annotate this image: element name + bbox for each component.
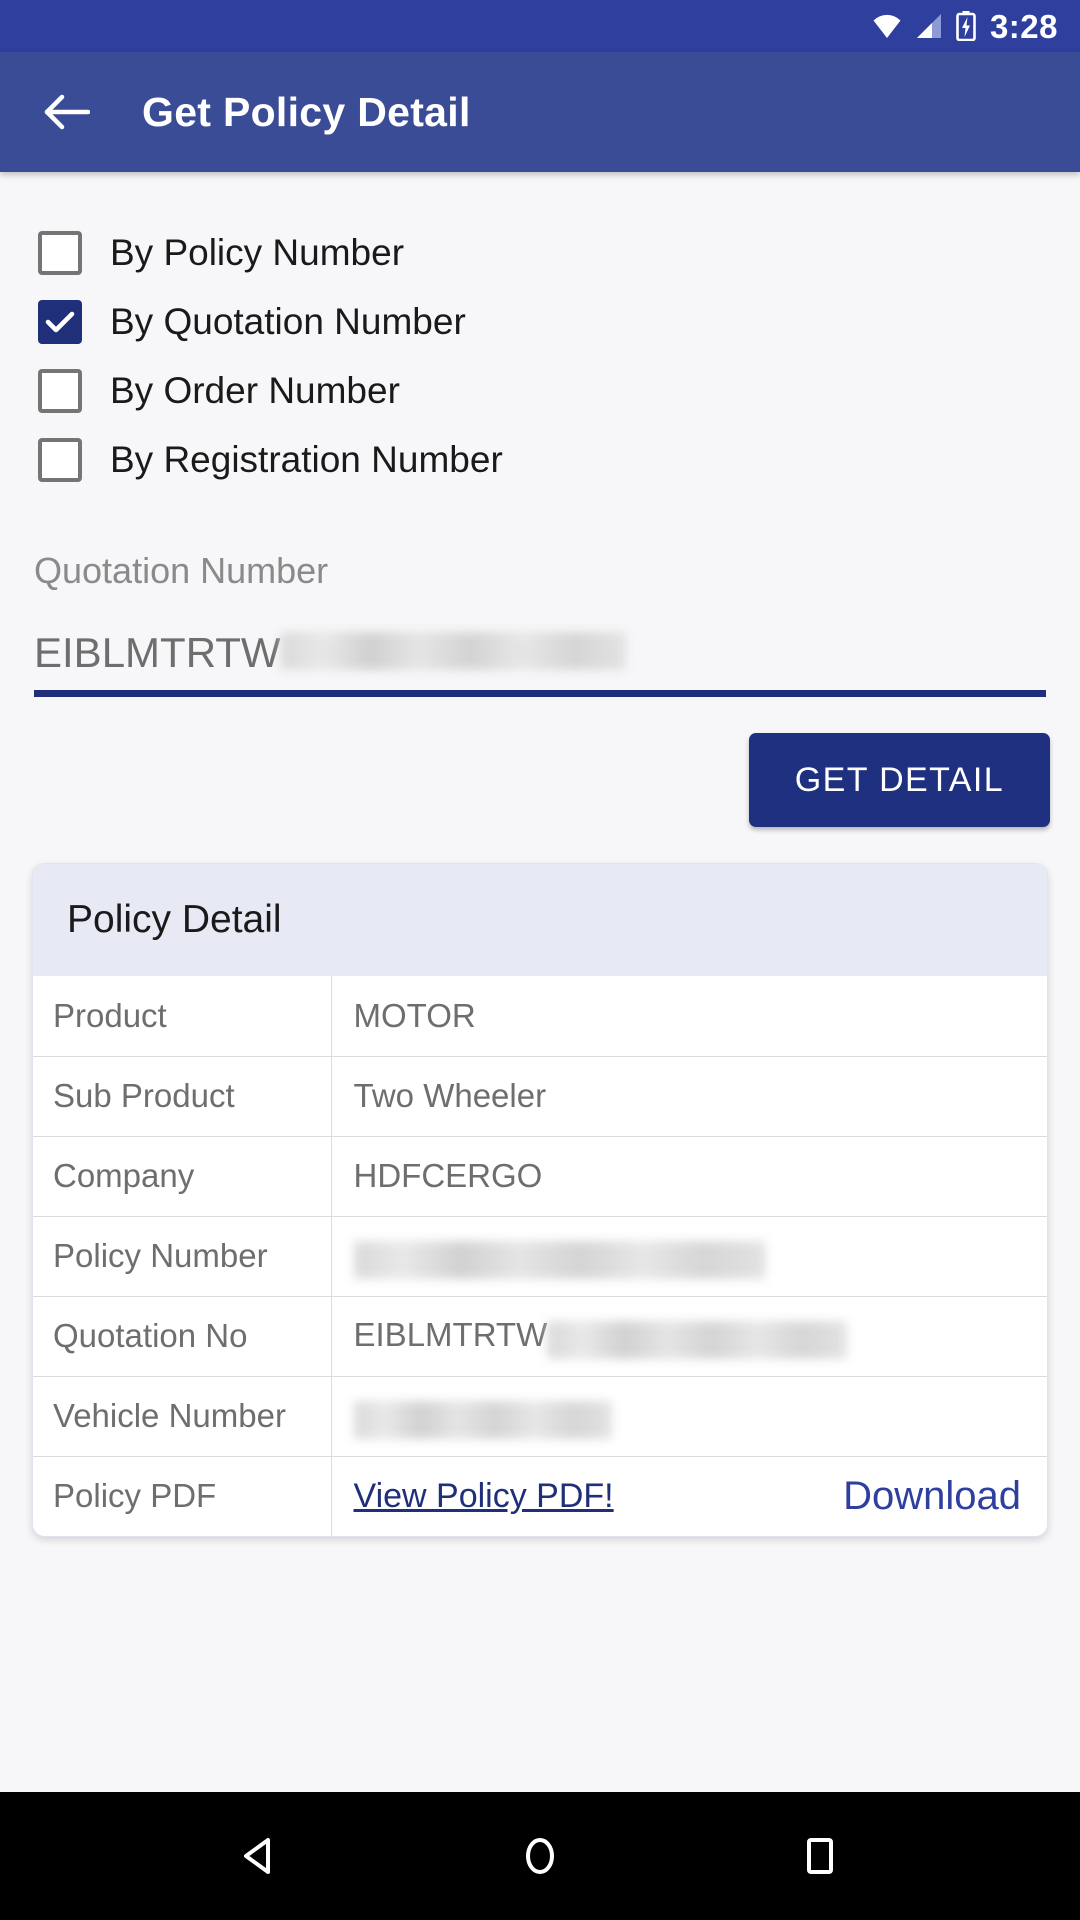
android-navigation-bar xyxy=(0,1792,1080,1920)
get-detail-button[interactable]: GET DETAIL xyxy=(748,733,1050,827)
pdf-links-container: View Policy PDF! Download xyxy=(354,1474,1048,1519)
quotation-no-visible: EIBLMTRTW xyxy=(353,1315,548,1353)
status-bar: 3:28 xyxy=(0,0,1080,52)
status-bar-clock: 3:28 xyxy=(989,7,1058,45)
checkbox-registration-number[interactable] xyxy=(38,437,82,482)
back-triangle-icon xyxy=(244,1838,270,1874)
search-option-label: By Policy Number xyxy=(110,231,405,273)
search-option-quotation-number[interactable]: By Quotation Number xyxy=(38,287,1080,356)
wifi-icon xyxy=(873,14,901,38)
row-key: Policy PDF xyxy=(33,1455,332,1536)
page-title: Get Policy Detail xyxy=(142,88,471,135)
redacted-quotation-suffix xyxy=(280,632,626,670)
signal-icon xyxy=(916,14,941,38)
app-bar: Get Policy Detail xyxy=(0,52,1080,172)
status-icons xyxy=(872,11,976,41)
search-option-label: By Quotation Number xyxy=(110,300,466,342)
battery-charging-icon xyxy=(956,11,976,41)
row-key: Quotation No xyxy=(33,1295,332,1376)
row-value-pdf-links: View Policy PDF! Download xyxy=(331,1455,1048,1536)
download-policy-pdf-link[interactable]: Download xyxy=(843,1474,1021,1519)
checkbox-policy-number[interactable] xyxy=(38,230,82,275)
row-key: Sub Product xyxy=(33,1055,332,1136)
search-option-label: By Registration Number xyxy=(110,438,503,480)
nav-recents-button[interactable] xyxy=(794,1830,846,1882)
policy-detail-card-header: Policy Detail xyxy=(33,864,1047,976)
checkbox-order-number[interactable] xyxy=(38,368,82,413)
checkmark-icon xyxy=(45,311,75,332)
main-content: By Policy Number By Quotation Number By … xyxy=(0,172,1080,1792)
table-row: Sub Product Two Wheeler xyxy=(33,1055,1047,1136)
policy-detail-card: Policy Detail Product MOTOR Sub Product … xyxy=(32,863,1048,1537)
row-value: Two Wheeler xyxy=(331,1055,1047,1136)
redacted-policy-number xyxy=(353,1241,766,1280)
table-row: Vehicle Number xyxy=(33,1375,1047,1456)
search-option-label: By Order Number xyxy=(110,369,400,411)
row-value-redacted xyxy=(331,1215,1047,1296)
table-row: Product MOTOR xyxy=(33,976,1047,1056)
quotation-number-input[interactable]: EIBLMTRTW xyxy=(34,622,1046,684)
search-option-order-number[interactable]: By Order Number xyxy=(38,356,1080,425)
back-arrow-icon[interactable] xyxy=(44,94,90,130)
row-value: MOTOR xyxy=(353,996,476,1034)
policy-detail-title: Policy Detail xyxy=(67,898,282,941)
nav-home-button[interactable] xyxy=(514,1830,566,1882)
table-row: Policy Number xyxy=(33,1215,1047,1296)
row-value: EIBLMTRTW xyxy=(331,1295,1047,1376)
redacted-quotation-no xyxy=(547,1321,848,1360)
quotation-number-value: EIBLMTRTW xyxy=(34,629,281,676)
row-value: HDFCERGO xyxy=(331,1135,1047,1216)
recents-square-icon xyxy=(807,1838,833,1874)
table-row: Quotation No EIBLMTRTW xyxy=(33,1295,1047,1376)
home-circle-icon xyxy=(526,1838,554,1874)
checkbox-quotation-number[interactable] xyxy=(38,299,82,344)
policy-detail-table: Product MOTOR Sub Product Two Wheeler Co… xyxy=(33,976,1047,1536)
table-row-policy-pdf: Policy PDF View Policy PDF! Download xyxy=(33,1455,1048,1536)
search-option-list: By Policy Number By Quotation Number By … xyxy=(0,172,1080,494)
row-value-redacted xyxy=(331,1375,1047,1456)
quotation-number-label: Quotation Number xyxy=(34,550,329,591)
nav-back-button[interactable] xyxy=(234,1830,286,1882)
quotation-number-field[interactable]: EIBLMTRTW xyxy=(34,622,1046,697)
redacted-vehicle-number xyxy=(353,1401,612,1440)
input-underline xyxy=(34,690,1046,697)
row-key: Product xyxy=(33,976,332,1056)
view-policy-pdf-link[interactable]: View Policy PDF! xyxy=(354,1477,614,1516)
action-row: GET DETAIL xyxy=(0,697,1080,827)
phone-screen: 3:28 Get Policy Detail By Policy Number xyxy=(0,0,1080,1920)
table-row: Company HDFCERGO xyxy=(33,1135,1047,1216)
row-key: Policy Number xyxy=(33,1215,332,1296)
search-option-registration-number[interactable]: By Registration Number xyxy=(38,425,1080,494)
row-key: Company xyxy=(33,1135,332,1216)
row-key: Vehicle Number xyxy=(33,1375,332,1456)
search-option-policy-number[interactable]: By Policy Number xyxy=(38,218,1080,287)
